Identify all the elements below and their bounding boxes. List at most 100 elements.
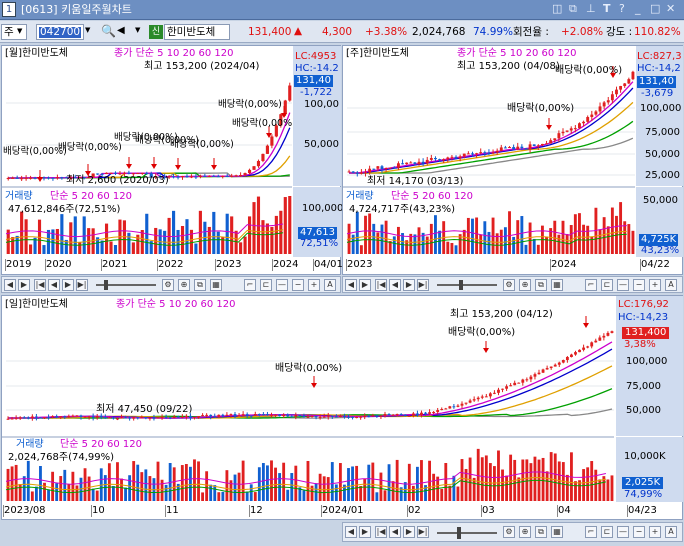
trendline-icon[interactable]: ⌐	[585, 526, 597, 538]
candle	[241, 414, 245, 416]
candle	[573, 128, 577, 130]
trendline-icon[interactable]: ⌐	[244, 279, 256, 291]
draw-icon[interactable]: ⊏	[601, 526, 613, 538]
candle	[34, 416, 38, 418]
scroll-left-icon[interactable]: ◀	[345, 279, 357, 291]
layout-icon[interactable]: ▦	[210, 279, 222, 291]
last-icon[interactable]: ▶|	[417, 279, 429, 291]
close-icon[interactable]: ✕	[666, 3, 675, 14]
zoom-slider-handle[interactable]	[104, 280, 108, 290]
tool-icon[interactable]: ⧉	[194, 279, 206, 291]
settings-icon[interactable]: ⚙	[503, 526, 515, 538]
scroll-left-icon[interactable]: ◀	[4, 279, 16, 291]
zoom-out-icon[interactable]: −	[633, 526, 645, 538]
zoom-slider[interactable]	[437, 284, 497, 286]
prev-icon[interactable]: ◀	[389, 526, 401, 538]
tool-icon[interactable]: ⧉	[535, 279, 547, 291]
candle	[270, 136, 274, 146]
daily-volume-tag: 2,025K	[622, 477, 664, 489]
first-icon[interactable]: |◀	[375, 526, 387, 538]
trendline-icon[interactable]: ⌐	[585, 279, 597, 291]
dividend-label: 배당락(0,00%)	[555, 65, 623, 76]
next-icon[interactable]: ▶	[62, 279, 74, 291]
search-icon[interactable]: 🔍	[101, 25, 116, 37]
prev-icon[interactable]: ◀	[48, 279, 60, 291]
last-icon[interactable]: ▶|	[417, 526, 429, 538]
minimize-icon[interactable]: _	[635, 3, 641, 14]
volume-bar	[252, 202, 256, 254]
layout-icon[interactable]: ▦	[551, 279, 563, 291]
monthly-lc: LC:4953	[295, 51, 337, 62]
x-axis-tick-mark	[346, 259, 347, 271]
candle	[384, 168, 388, 170]
dividend-arrowhead	[483, 348, 489, 353]
tool-icon[interactable]: ⧉	[535, 526, 547, 538]
candle	[265, 145, 269, 154]
pin-icon[interactable]: ⊥	[586, 3, 596, 14]
volume-bar	[140, 472, 144, 501]
candle	[302, 415, 306, 418]
crosshair-icon[interactable]: ⊕	[178, 279, 190, 291]
text-icon[interactable]: T	[603, 3, 611, 14]
code-dropdown-icon[interactable]: ▼	[85, 27, 90, 34]
market-select[interactable]: 주 ▼	[1, 24, 27, 40]
zoom-out-icon[interactable]: −	[633, 279, 645, 291]
zoom-slider[interactable]	[437, 532, 497, 534]
settings-icon[interactable]: ⚙	[162, 279, 174, 291]
volume-bar	[69, 222, 73, 254]
last-icon[interactable]: ▶|	[76, 279, 88, 291]
zoom-in-icon[interactable]: +	[649, 279, 661, 291]
zoom-slider-handle[interactable]	[459, 280, 463, 290]
scroll-left-icon[interactable]: ◀	[345, 526, 357, 538]
zoom-slider-handle[interactable]	[457, 527, 461, 539]
maximize-icon[interactable]: □	[650, 3, 660, 14]
hline-icon[interactable]: —	[617, 526, 629, 538]
speaker-icon[interactable]: ◀	[117, 26, 125, 36]
volume-bar	[245, 491, 249, 501]
scroll-right-icon[interactable]: ▶	[18, 279, 30, 291]
x-axis-tick: 2023/08	[4, 505, 46, 516]
volume-bar	[480, 457, 484, 501]
dividend-label: 배당락(0,00%)	[448, 327, 516, 338]
prev-icon[interactable]: ◀	[389, 279, 401, 291]
auto-icon[interactable]: A	[324, 279, 336, 291]
scroll-right-icon[interactable]: ▶	[359, 526, 371, 538]
layout-icon[interactable]: ▦	[551, 526, 563, 538]
stock-code-input[interactable]: 042700	[36, 24, 84, 40]
crosshair-icon[interactable]: ⊕	[519, 526, 531, 538]
auto-icon[interactable]: A	[665, 526, 677, 538]
copy-icon[interactable]: ⧉	[569, 3, 577, 14]
crosshair-icon[interactable]: ⊕	[519, 279, 531, 291]
next-icon[interactable]: ▶	[403, 526, 415, 538]
draw-icon[interactable]: ⊏	[601, 279, 613, 291]
candle	[598, 337, 602, 341]
sound-dropdown-icon[interactable]: ▼	[135, 27, 140, 34]
volume-bar	[116, 462, 119, 501]
dual-window-icon[interactable]: ◫	[552, 3, 562, 14]
first-icon[interactable]: |◀	[375, 279, 387, 291]
volume-bar	[286, 489, 290, 501]
auto-icon[interactable]: A	[665, 279, 677, 291]
zoom-out-icon[interactable]: −	[292, 279, 304, 291]
next-icon[interactable]: ▶	[403, 279, 415, 291]
daily-chart-pane: [일]한미반도체 종가 단순 5 10 20 60 120 최고 153,200…	[1, 295, 683, 520]
scroll-right-icon[interactable]: ▶	[359, 279, 371, 291]
volume-ratio: 74.99%	[473, 26, 514, 38]
help-icon[interactable]: ?	[619, 3, 625, 14]
turnover-label: 회전율 :	[513, 26, 549, 38]
volume-bar	[243, 236, 247, 254]
candle	[491, 152, 495, 154]
candle	[209, 414, 213, 417]
candle	[508, 147, 511, 149]
first-icon[interactable]: |◀	[34, 279, 46, 291]
settings-icon[interactable]: ⚙	[503, 279, 515, 291]
candle	[594, 111, 598, 115]
hline-icon[interactable]: —	[617, 279, 629, 291]
candle	[371, 415, 375, 417]
zoom-in-icon[interactable]: +	[649, 526, 661, 538]
candle	[111, 417, 115, 419]
volume-bar	[73, 216, 77, 254]
zoom-in-icon[interactable]: +	[308, 279, 320, 291]
draw-icon[interactable]: ⊏	[260, 279, 272, 291]
hline-icon[interactable]: —	[276, 279, 288, 291]
